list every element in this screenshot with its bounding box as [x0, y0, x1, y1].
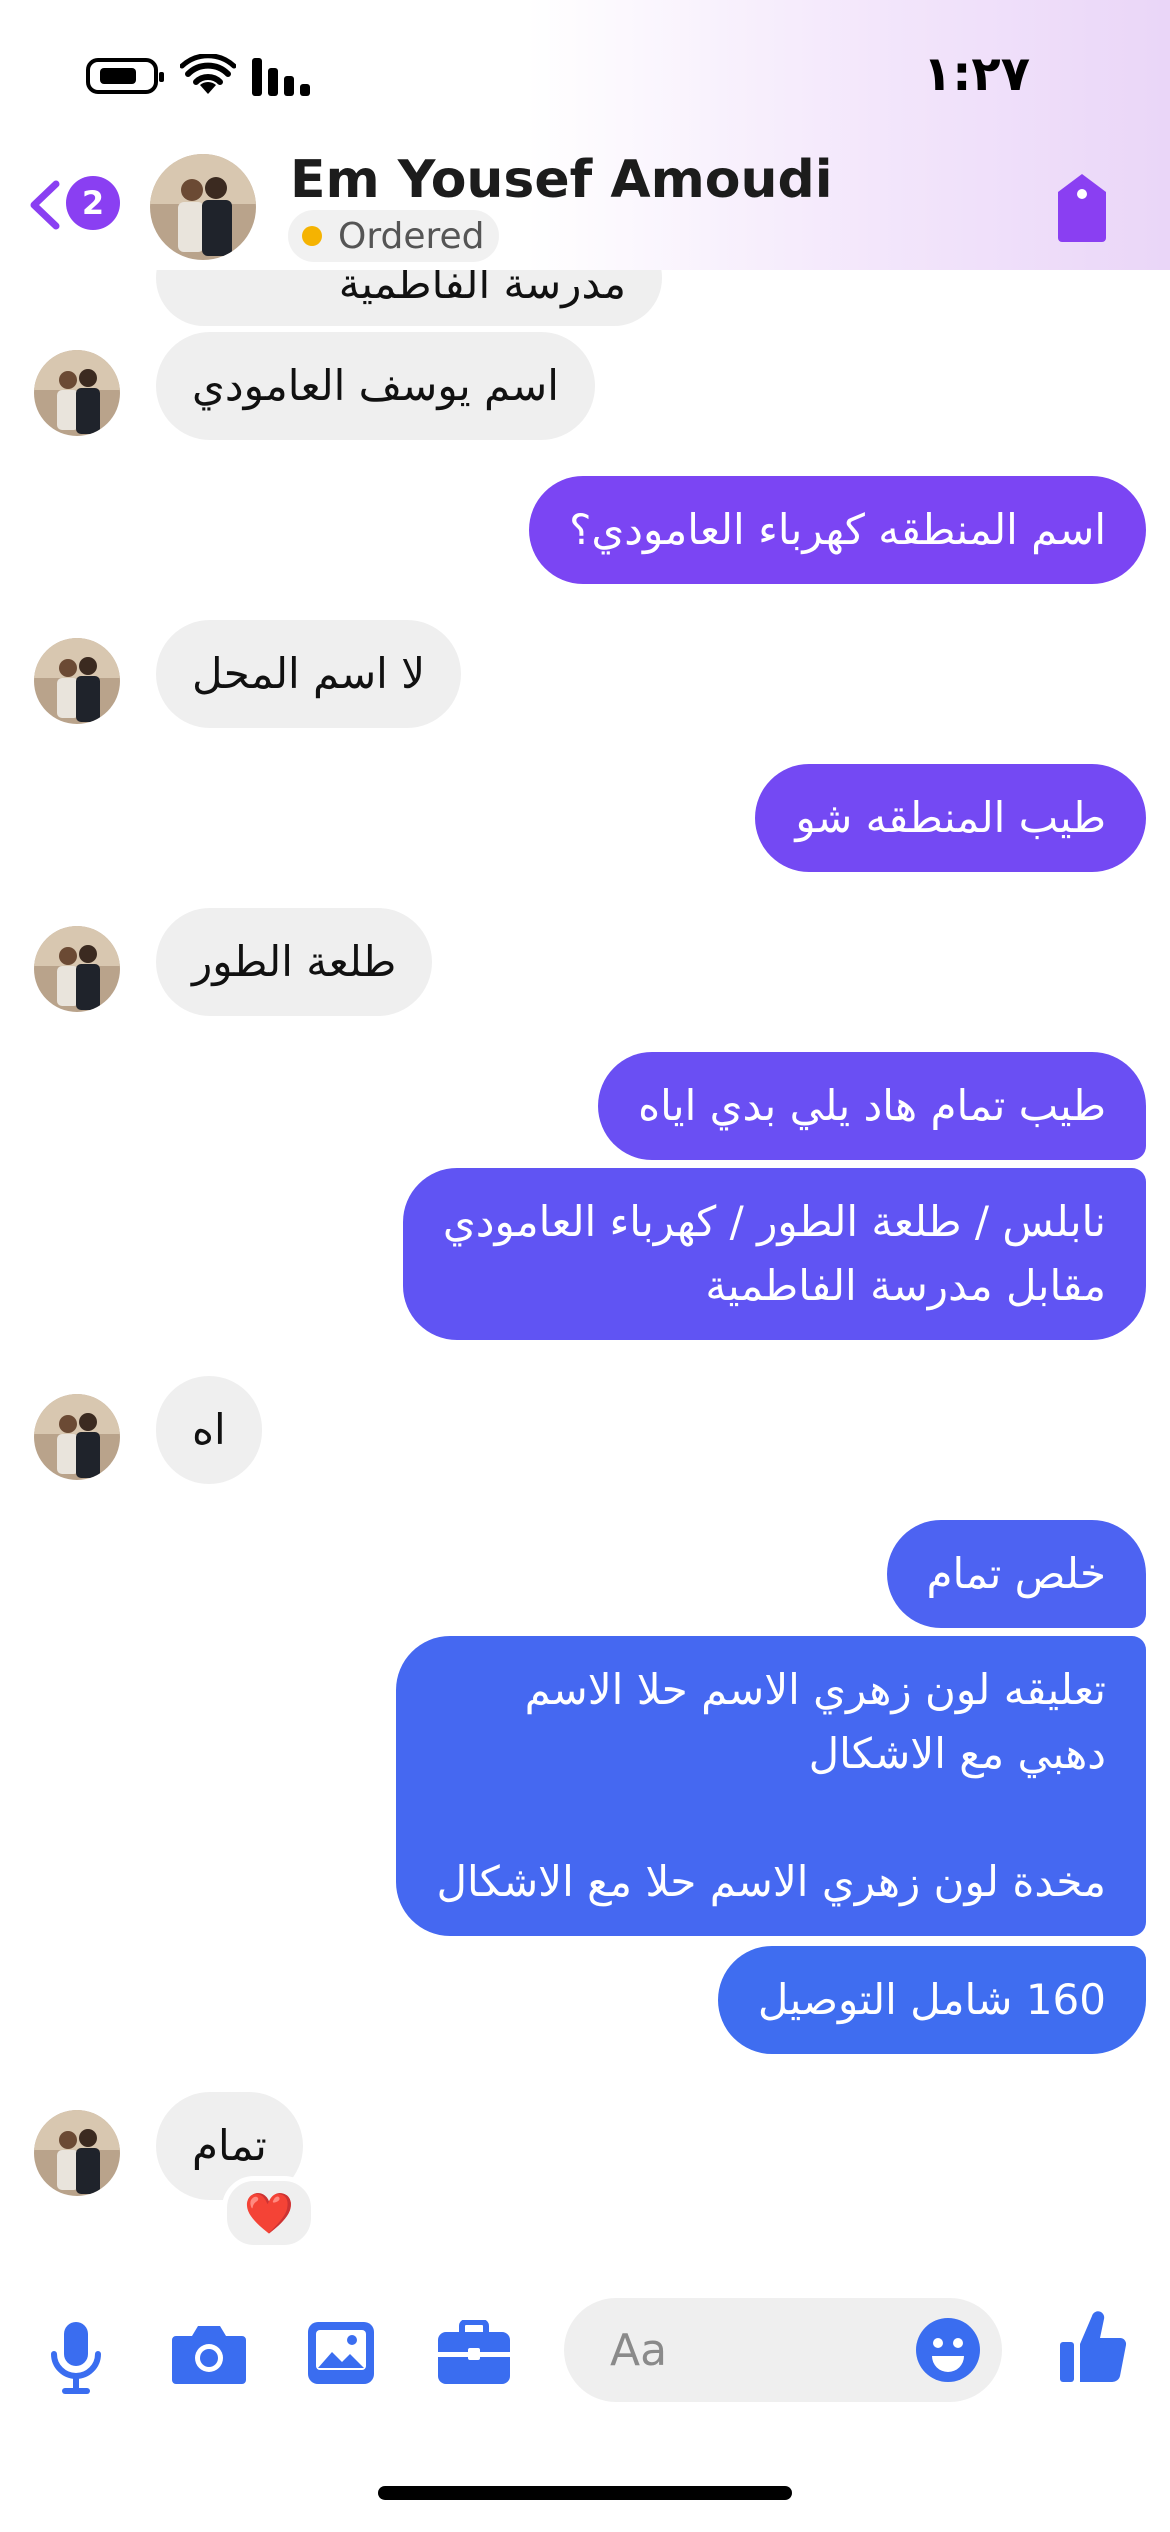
outgoing-message[interactable]: اسم المنطقه كهرباء العامودي؟ — [529, 476, 1146, 584]
outgoing-message[interactable]: 160 شامل التوصيل — [717, 1946, 1146, 2054]
status-bar: ١:٢٧ — [0, 0, 1170, 150]
status-time: ١:٢٧ — [922, 46, 1030, 102]
incoming-message[interactable]: اسم يوسف العامودي — [156, 332, 595, 440]
contact-name[interactable]: Em Yousef Amoudi — [290, 150, 833, 210]
status-dot — [302, 226, 322, 246]
incoming-message[interactable]: لا اسم المحل — [156, 620, 462, 728]
briefcase-icon[interactable] — [436, 2320, 512, 2386]
outgoing-message[interactable]: نابلس / طلعة الطور / كهرباء العامودي مقا… — [402, 1168, 1146, 1340]
order-status-label: Ordered — [338, 215, 485, 257]
incoming-message[interactable]: اه — [156, 1376, 262, 1484]
outgoing-message[interactable]: طيب تمام هاد يلي بدي اياه — [598, 1052, 1146, 1160]
gallery-icon[interactable] — [306, 2320, 376, 2386]
sender-avatar[interactable] — [34, 638, 120, 724]
tag-icon[interactable] — [1052, 172, 1112, 244]
outgoing-message[interactable]: خلص تمام — [886, 1520, 1146, 1628]
chat-header: 2 Em Yousef Amoudi Ordered — [0, 150, 1170, 270]
outgoing-message[interactable]: طيب المنطقه شو — [755, 764, 1146, 872]
sender-avatar[interactable] — [34, 1394, 120, 1480]
emoji-icon[interactable] — [914, 2316, 982, 2384]
contact-avatar[interactable] — [150, 154, 256, 260]
order-status-chip[interactable]: Ordered — [288, 210, 499, 262]
sender-avatar[interactable] — [34, 926, 120, 1012]
outgoing-message[interactable]: تعليقه لون زهري الاسم حلا الاسم دهبي مع … — [396, 1636, 1146, 1936]
microphone-icon[interactable] — [46, 2320, 106, 2396]
wifi-icon — [180, 54, 236, 94]
incoming-message[interactable]: مدرسة الفاطمية — [156, 270, 662, 326]
back-button[interactable]: 2 — [26, 174, 122, 234]
message-list[interactable]: مدرسة الفاطمية اسم يوسف العامودي اسم الم… — [0, 270, 1170, 2250]
incoming-message[interactable]: طلعة الطور — [156, 908, 433, 1016]
composer-bar: Aa — [0, 2250, 1170, 2450]
camera-icon[interactable] — [170, 2320, 248, 2386]
chevron-left-icon — [30, 180, 60, 230]
battery-icon — [86, 58, 164, 94]
message-input-placeholder: Aa — [610, 2324, 668, 2376]
signal-icon — [252, 58, 310, 96]
sender-avatar[interactable] — [34, 350, 120, 436]
unread-count-badge: 2 — [66, 176, 120, 230]
home-indicator[interactable] — [378, 2486, 792, 2500]
sender-avatar[interactable] — [34, 2110, 120, 2196]
heart-reaction[interactable]: ❤️ — [222, 2176, 316, 2250]
thumbs-up-icon[interactable] — [1058, 2306, 1128, 2386]
